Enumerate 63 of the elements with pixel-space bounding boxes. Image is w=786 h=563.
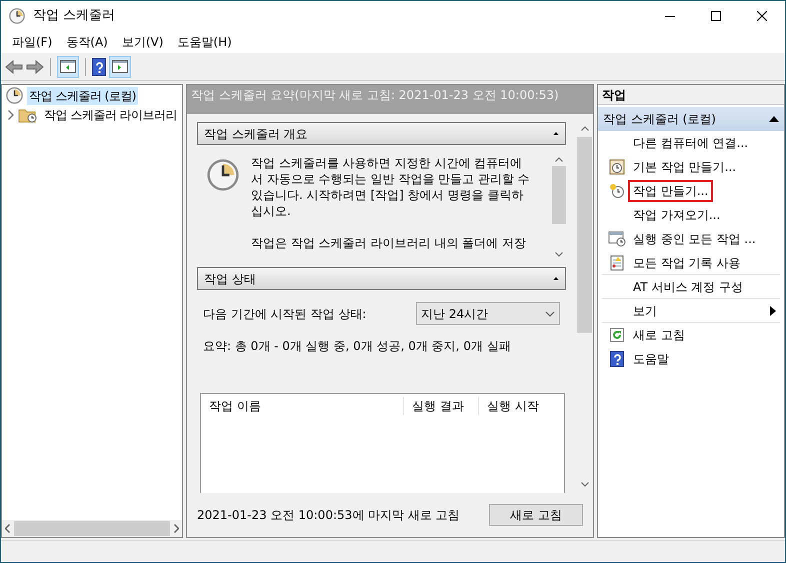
period-dropdown[interactable]: 지난 24시간 xyxy=(416,302,560,325)
window-pane-icon xyxy=(112,60,128,73)
action-item[interactable]: 모든 작업 기록 사용 xyxy=(628,252,746,274)
scroll-up-icon[interactable] xyxy=(554,157,562,162)
tree-item[interactable]: 작업 스케줄러 (로컬) xyxy=(27,86,138,104)
action-item[interactable]: 도움말 xyxy=(628,348,674,370)
column-header[interactable]: 작업 이름 xyxy=(201,397,403,415)
folder-clock-icon xyxy=(18,106,38,122)
action-item[interactable]: 실행 중인 모든 작업 ... xyxy=(628,228,761,250)
scroll-right-icon[interactable] xyxy=(174,524,179,533)
column-header[interactable]: 실행 결과 xyxy=(403,397,478,415)
menu-item[interactable]: 파일(F) xyxy=(5,33,60,51)
section-header[interactable]: 작업 스케줄러 개요 xyxy=(197,122,566,145)
help-icon[interactable] xyxy=(92,58,106,76)
action-item[interactable]: 다른 컴퓨터에 연결... xyxy=(628,132,754,154)
scroll-down-icon[interactable] xyxy=(580,482,588,487)
action-item[interactable]: 작업 만들기... xyxy=(628,180,714,202)
scroll-up-icon[interactable] xyxy=(580,126,588,131)
clock-icon xyxy=(6,87,23,104)
dropdown-chevron-icon xyxy=(545,310,555,316)
action-item[interactable]: 작업 가져오기... xyxy=(628,204,726,226)
log-icon xyxy=(609,254,625,270)
actions-header: 작업 xyxy=(598,85,784,105)
clock-icon xyxy=(207,159,239,191)
expand-chevron-icon[interactable] xyxy=(8,110,14,120)
window-title: 작업 스케줄러 xyxy=(33,7,116,26)
menu-item[interactable]: 도움말(H) xyxy=(170,33,239,51)
app-clock-icon xyxy=(9,8,25,24)
summary-header: 작업 스케줄러 요약(마지막 새로 고침: 2021-01-23 오전 10:00:53) xyxy=(187,85,593,114)
scroll-down-icon[interactable] xyxy=(554,252,562,257)
period-label: 다음 기간에 시작된 작업 상태: xyxy=(203,306,366,322)
back-arrow-icon[interactable] xyxy=(5,60,23,74)
section-header[interactable]: 작업 상태 xyxy=(197,267,566,290)
last-refresh-text: 2021-01-23 오전 10:00:53에 마지막 새로 고침 xyxy=(197,507,460,524)
calendar-clock-icon xyxy=(609,159,625,175)
action-item[interactable]: 새로 고침 xyxy=(628,324,690,346)
window-pane-icon xyxy=(60,60,76,73)
forward-arrow-icon[interactable] xyxy=(26,60,44,74)
window-clock-icon xyxy=(608,231,626,247)
scroll-left-icon[interactable] xyxy=(5,524,10,533)
help-icon xyxy=(610,351,624,367)
action-item[interactable]: 기본 작업 만들기... xyxy=(628,156,742,178)
show-action-pane-button[interactable] xyxy=(109,56,131,78)
menu-item[interactable]: 보기(V) xyxy=(114,33,170,51)
horizontal-scrollbar[interactable] xyxy=(2,520,182,537)
action-item[interactable]: 보기 xyxy=(628,300,662,322)
collapse-arrow-icon[interactable] xyxy=(769,116,779,122)
refresh-button[interactable]: 새로 고침 xyxy=(489,504,583,526)
show-tree-button[interactable] xyxy=(57,56,79,78)
refresh-icon xyxy=(609,327,625,343)
collapse-arrow-icon[interactable] xyxy=(553,276,559,280)
overview-text: 작업은 작업 스케줄러 라이브러리 내의 폴더에 저장 xyxy=(251,235,527,251)
action-item[interactable]: AT 서비스 계정 구성 xyxy=(628,276,748,298)
action-group-header[interactable]: 작업 스케줄러 (로컬) xyxy=(598,107,784,131)
submenu-arrow-icon xyxy=(770,306,776,316)
menu-item[interactable]: 동작(A) xyxy=(59,33,115,51)
column-header[interactable]: 실행 시작 xyxy=(478,397,553,415)
collapse-arrow-icon[interactable] xyxy=(553,132,559,136)
maximize-icon xyxy=(711,11,721,21)
overview-text: 작업 스케줄러를 사용하면 지정한 시간에 컴퓨터에서 자동으로 수행되는 일반 작업을 만들고 관리할 수 있습니다. 시작하려면 [작업] 창에서 명령을 클릭하십시오. xyxy=(251,155,531,219)
close-icon xyxy=(757,11,767,21)
tree-item[interactable]: 작업 스케줄러 라이브러리 xyxy=(42,106,180,124)
status-summary: 요약: 총 0개 - 0개 실행 중, 0개 성공, 0개 중지, 0개 실패 xyxy=(202,338,512,355)
